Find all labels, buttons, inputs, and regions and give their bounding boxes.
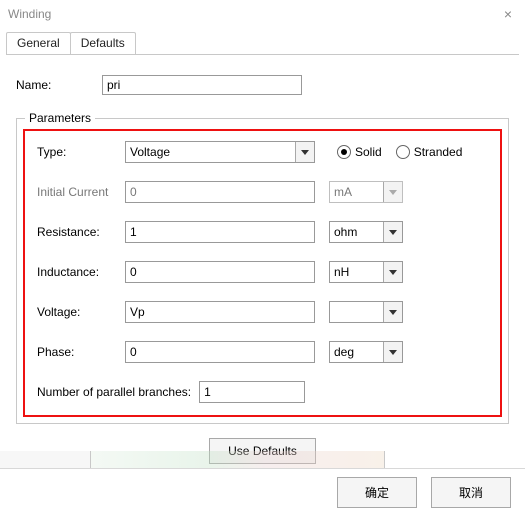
voltage-unit-combo[interactable] (329, 301, 403, 323)
phase-unit-combo[interactable]: deg (329, 341, 403, 363)
resistance-unit-value: ohm (330, 222, 383, 242)
name-input[interactable] (102, 75, 302, 95)
initial-current-unit-value: mA (330, 182, 383, 202)
radio-stranded[interactable]: Stranded (396, 145, 463, 159)
chevron-down-icon[interactable] (383, 302, 402, 322)
voltage-unit-value (330, 302, 383, 322)
window-title: Winding (8, 7, 51, 21)
cancel-button[interactable]: 取消 (431, 477, 511, 508)
dialog-footer: 确定 取消 (0, 468, 525, 515)
resistance-unit-combo[interactable]: ohm (329, 221, 403, 243)
phase-label: Phase: (37, 345, 125, 359)
resistance-label: Resistance: (37, 225, 125, 239)
tab-general[interactable]: General (6, 32, 71, 54)
background-strip (0, 451, 525, 469)
phase-input[interactable] (125, 341, 315, 363)
chevron-down-icon[interactable] (383, 262, 402, 282)
ok-button[interactable]: 确定 (337, 477, 417, 508)
chevron-down-icon[interactable] (295, 142, 314, 162)
parameters-fieldset: Parameters Type: Voltage Solid (16, 111, 509, 424)
tabstrip: General Defaults (6, 32, 525, 54)
phase-unit-value: deg (330, 342, 383, 362)
branches-input[interactable] (199, 381, 305, 403)
resistance-input[interactable] (125, 221, 315, 243)
radio-solid-label: Solid (355, 145, 382, 159)
name-row: Name: (16, 75, 509, 95)
type-combo-value: Voltage (126, 142, 295, 162)
radio-stranded-label: Stranded (414, 145, 463, 159)
inductance-unit-combo[interactable]: nH (329, 261, 403, 283)
titlebar: Winding × (0, 0, 525, 28)
chevron-down-icon (383, 182, 402, 202)
initial-current-input (125, 181, 315, 203)
name-label: Name: (16, 78, 102, 92)
chevron-down-icon[interactable] (383, 342, 402, 362)
initial-current-unit-combo: mA (329, 181, 403, 203)
parameters-highlight: Type: Voltage Solid (23, 129, 502, 417)
initial-current-label: Initial Current (37, 185, 125, 199)
tabpanel-general: Name: Parameters Type: Voltage (0, 55, 525, 464)
radio-stranded-dot (396, 145, 410, 159)
type-combo[interactable]: Voltage (125, 141, 315, 163)
branches-label: Number of parallel branches: (37, 385, 191, 399)
voltage-label: Voltage: (37, 305, 125, 319)
parameters-legend: Parameters (25, 111, 95, 125)
radio-solid[interactable]: Solid (337, 145, 382, 159)
radio-solid-dot (337, 145, 351, 159)
voltage-input[interactable] (125, 301, 315, 323)
inductance-label: Inductance: (37, 265, 125, 279)
inductance-input[interactable] (125, 261, 315, 283)
chevron-down-icon[interactable] (383, 222, 402, 242)
inductance-unit-value: nH (330, 262, 383, 282)
tab-defaults[interactable]: Defaults (70, 32, 136, 54)
close-icon[interactable]: × (499, 7, 517, 21)
type-label: Type: (37, 145, 125, 159)
